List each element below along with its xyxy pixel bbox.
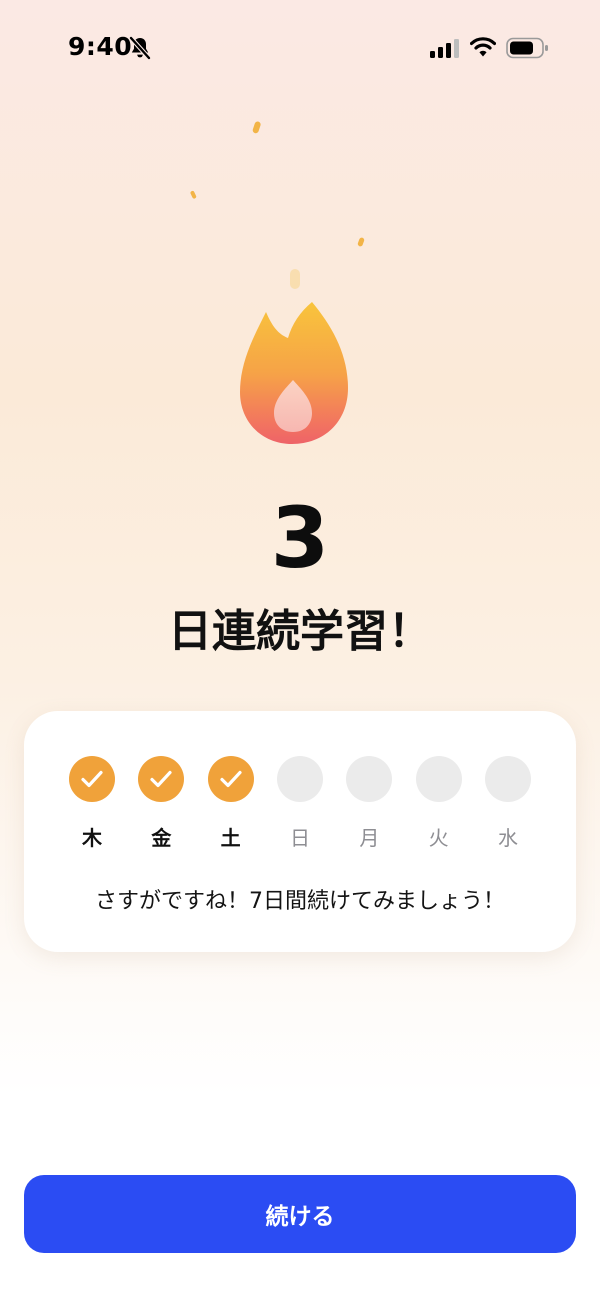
day-item: 月 <box>345 756 393 850</box>
day-label: 木 <box>82 826 102 850</box>
day-item: 水 <box>484 756 532 850</box>
streak-count: 3 <box>270 489 330 587</box>
status-time: 9:40 <box>68 32 133 61</box>
continue-button[interactable]: 続ける <box>24 1175 576 1253</box>
weekly-streak-card: 木 金 土 日 月 火 水 さすがですね！7日間続けてみましょう！ <box>24 711 576 952</box>
cellular-signal-icon <box>430 38 460 62</box>
day-pending-circle <box>484 756 531 802</box>
day-completed-circle <box>69 756 115 802</box>
day-pending-circle <box>346 756 393 802</box>
day-completed-circle <box>207 756 254 802</box>
day-pending-circle <box>276 756 323 802</box>
streak-label: 日連続学習！ <box>168 606 432 657</box>
day-item: 土 <box>207 756 255 850</box>
day-pending-circle <box>415 756 462 802</box>
day-item: 木 <box>68 756 116 850</box>
day-item: 火 <box>415 756 463 850</box>
wifi-icon <box>469 36 497 62</box>
bell-slash-icon <box>129 36 151 64</box>
battery-icon <box>506 37 550 63</box>
spark-icon <box>252 120 262 139</box>
spark-icon <box>190 185 198 204</box>
spark-icon <box>289 268 301 294</box>
day-label: 土 <box>220 826 241 850</box>
status-bar: 9:40 <box>0 0 600 96</box>
day-label: 火 <box>428 826 449 850</box>
streak-message: さすがですね！7日間続けてみましょう！ <box>95 889 505 914</box>
day-completed-circle <box>138 756 185 802</box>
day-label: 月 <box>359 826 380 850</box>
day-item: 日 <box>276 756 324 850</box>
spark-icon <box>357 233 365 252</box>
day-label: 日 <box>289 826 310 850</box>
check-icon <box>150 770 172 788</box>
week-days: 木 金 土 日 月 火 水 <box>68 756 532 850</box>
day-label: 水 <box>497 826 518 850</box>
check-icon <box>81 770 103 788</box>
flame-icon <box>232 296 352 452</box>
check-icon <box>220 770 242 788</box>
day-label: 金 <box>151 826 172 850</box>
day-item: 金 <box>137 756 185 850</box>
streak-screen: 9:40 3 日連続学習！ 木 金 土 日 月 火 水 さすがですね！7日間続け… <box>0 0 600 1304</box>
